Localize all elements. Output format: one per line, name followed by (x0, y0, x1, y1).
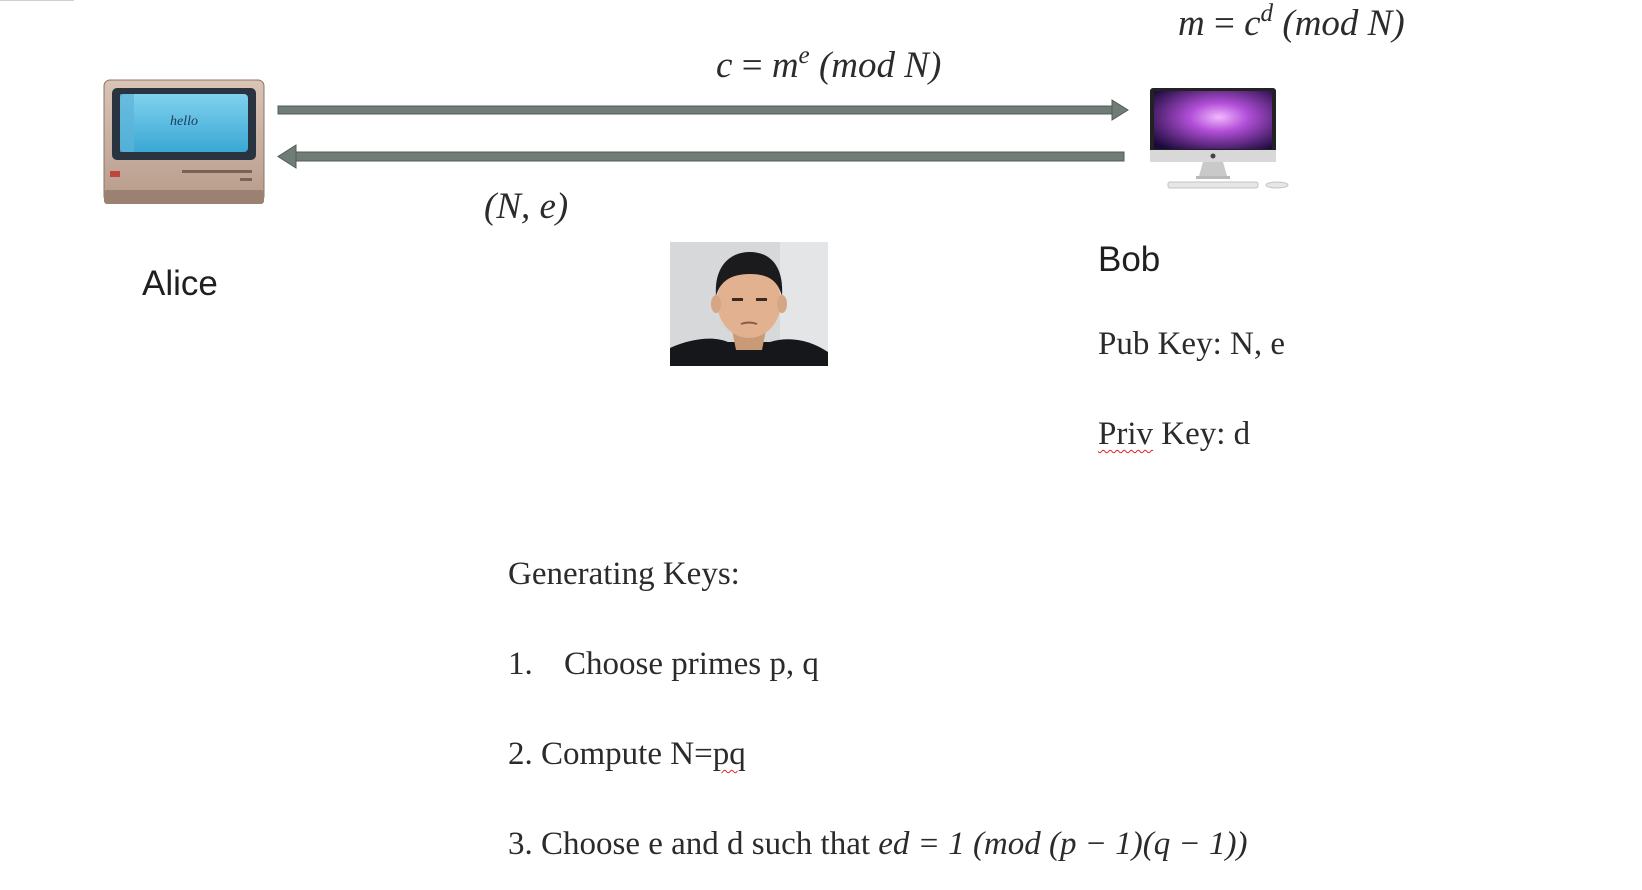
generating-keys-title: Generating Keys: (508, 556, 740, 592)
bob-label: Bob (1098, 240, 1161, 279)
public-key-equation: (N, e) (484, 186, 569, 227)
bob-computer-icon (1150, 88, 1289, 189)
step-2: 2. Compute N=pq (508, 736, 746, 772)
bob-public-key: Pub Key: N, e (1098, 326, 1285, 362)
arrow-to-alice (277, 144, 1125, 169)
bob-private-key: Priv Key: d (1098, 416, 1251, 452)
alice-computer-icon: hello (103, 79, 265, 204)
step-3: 3. Choose e and d such that ed = 1 (mod … (508, 826, 1248, 862)
alice-label: Alice (142, 264, 218, 303)
step-1: 1. Choose primes p, q (508, 646, 819, 682)
arrow-to-bob (277, 99, 1129, 121)
eavesdropper-photo (670, 242, 828, 366)
svg-text:hello: hello (170, 114, 198, 129)
